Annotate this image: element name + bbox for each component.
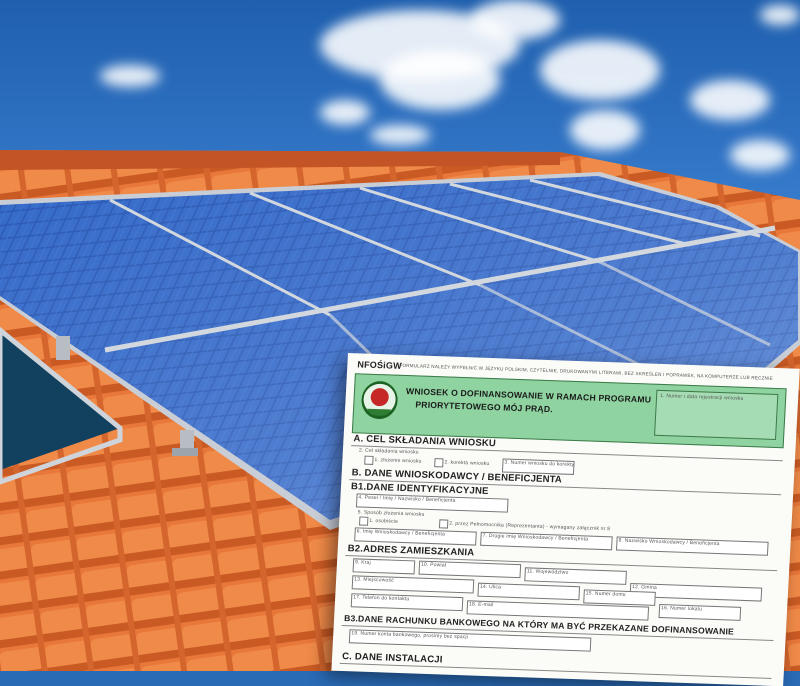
field-email: 18. E-mail bbox=[468, 601, 494, 609]
nfosigw-logo bbox=[360, 380, 399, 420]
field-county: 10. Powiat bbox=[420, 561, 447, 569]
option-personal: 1. osobiście bbox=[369, 517, 399, 525]
checkbox-personal bbox=[358, 516, 369, 526]
agency-label: NFOŚiGW bbox=[357, 359, 403, 371]
checkbox-correction bbox=[434, 458, 444, 468]
field-country: 9. Kraj bbox=[354, 559, 372, 566]
field-municipality: 12. Gmina bbox=[631, 584, 658, 591]
field-goal: 2. Cel składania wniosku bbox=[358, 447, 419, 456]
field-street: 14. Ulica bbox=[479, 583, 502, 591]
option-correction: 2. korekta wniosku bbox=[444, 459, 490, 467]
checkbox-proxy bbox=[438, 519, 449, 529]
checkbox-submit bbox=[364, 455, 374, 465]
application-form: NFOŚiGW FORMULARZ NALEŻY WYPEŁNIĆ W JĘZY… bbox=[331, 353, 800, 686]
option-submit: 1. złożenie wniosku bbox=[374, 456, 422, 465]
